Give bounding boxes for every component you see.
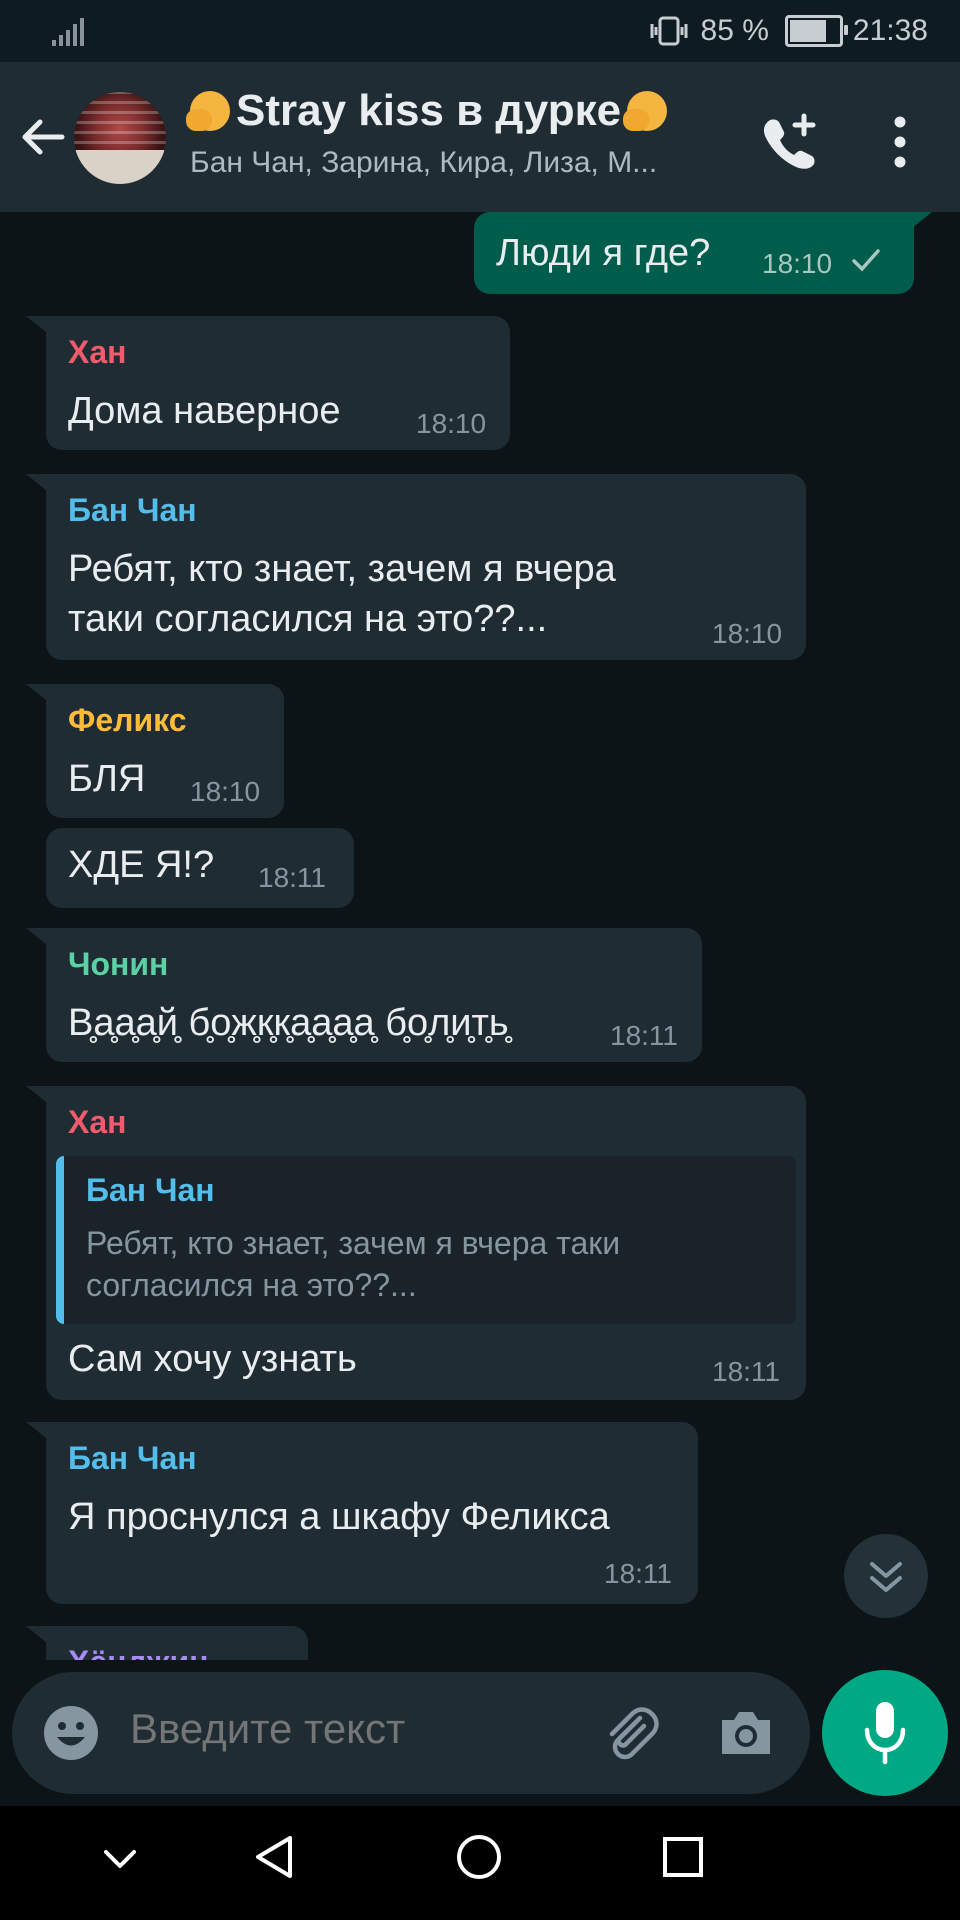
bubble-tail	[26, 1422, 46, 1438]
quote-text-line: согласился на это??...	[86, 1267, 417, 1303]
bubble-tail	[26, 928, 46, 944]
scroll-to-bottom-button[interactable]	[844, 1534, 928, 1618]
message-time: 18:10	[762, 248, 833, 279]
battery-icon	[784, 15, 848, 47]
message-time: 18:10	[416, 408, 487, 439]
chat-members: Бан Чан, Зарина, Кира, Лиза, М...	[190, 146, 658, 179]
bubble-tail	[26, 474, 46, 490]
system-nav-bar	[0, 1806, 960, 1920]
facepalm-emoji-icon	[186, 91, 230, 131]
message-incoming[interactable]: Бан Чан Ребят, кто знает, зачем я вчера …	[46, 474, 806, 660]
message-time: 18:10	[712, 618, 783, 649]
sender-name: Феликс	[68, 702, 187, 738]
emoji-icon[interactable]	[42, 1704, 100, 1762]
bubble-tail	[26, 1626, 46, 1642]
sender-name: Чонин	[68, 946, 169, 982]
message-time: 18:11	[712, 1356, 780, 1387]
bubble-tail	[26, 316, 46, 332]
quote-bar	[56, 1156, 64, 1324]
message-text: В̥а̥а̥а̥й̥ б̥о̥ж̥к̥к̥а̥а̥а̥а̥ б̥о̥л̥и̥т̥…	[68, 1002, 509, 1044]
microphone-icon	[864, 1702, 906, 1765]
sender-name: Хёнджин	[68, 1644, 208, 1660]
chat-title-text: Stray kiss в дурке	[236, 86, 622, 135]
message-incoming[interactable]: ХДЕ Я!? 18:11	[46, 828, 354, 908]
message-text: таки согласился на это??...	[68, 598, 548, 640]
add-call-icon[interactable]	[760, 112, 820, 172]
quote-sender: Бан Чан	[86, 1172, 215, 1208]
back-triangle-icon[interactable]	[250, 1832, 300, 1882]
message-outgoing[interactable]: Люди я где? 18:10	[474, 212, 914, 294]
message-text: Ребят, кто знает, зачем я вчера	[68, 548, 616, 590]
message-text: Сам хочу узнать	[68, 1338, 357, 1380]
message-text: ХДЕ Я!?	[68, 844, 215, 886]
voice-record-button[interactable]	[822, 1670, 948, 1796]
quote-text: Ребят, кто знает, зачем я вчера таки сог…	[86, 1222, 766, 1306]
quote-text-line: Ребят, кто знает, зачем я вчера таки	[86, 1225, 621, 1261]
signal-icon	[52, 18, 84, 46]
recents-square-icon[interactable]	[658, 1832, 708, 1882]
chat-title: Stray kiss в дурке	[186, 86, 730, 136]
clock: 21:38	[852, 14, 928, 47]
message-time: 18:11	[604, 1558, 672, 1589]
message-incoming[interactable]: Феликс БЛЯ 18:10	[46, 684, 284, 818]
arrow-left-icon[interactable]	[18, 112, 68, 162]
home-circle-icon[interactable]	[454, 1832, 504, 1882]
message-incoming[interactable]: Хёнджин	[46, 1626, 308, 1660]
message-time: 18:10	[190, 776, 261, 807]
message-time: 18:11	[258, 862, 326, 893]
sent-check-icon	[852, 249, 880, 272]
message-incoming[interactable]: Чонин В̥а̥а̥а̥й̥ б̥о̥ж̥к̥к̥а̥а̥а̥а̥ б̥о̥…	[46, 928, 702, 1062]
battery-percent: 85 %	[700, 14, 769, 47]
message-text: Я проснулся а шкафу Феликса	[68, 1496, 610, 1538]
facepalm-emoji-icon	[623, 91, 668, 131]
chat-title-area[interactable]: Stray kiss в дурке Бан Чан, Зарина, Кира…	[186, 86, 730, 180]
message-text: Дома наверное	[68, 390, 341, 432]
sender-name: Хан	[68, 334, 127, 370]
message-text: Люди я где?	[496, 232, 711, 274]
message-incoming[interactable]: Хан Дома наверное 18:10	[46, 316, 510, 450]
bubble-tail	[26, 684, 46, 700]
message-time: 18:11	[610, 1020, 678, 1051]
vibrate-icon	[650, 16, 688, 46]
message-incoming-reply[interactable]: Хан Бан Чан Ребят, кто знает, зачем я вч…	[46, 1086, 806, 1400]
message-input[interactable]	[128, 1704, 532, 1754]
quoted-message[interactable]: Бан Чан Ребят, кто знает, зачем я вчера …	[56, 1156, 796, 1324]
hide-keyboard-chevron-icon[interactable]	[98, 1836, 142, 1880]
group-avatar[interactable]	[74, 92, 166, 184]
camera-icon[interactable]	[718, 1706, 774, 1758]
sender-name: Бан Чан	[68, 492, 197, 528]
bubble-tail	[912, 212, 932, 228]
chat-header: Stray kiss в дурке Бан Чан, Зарина, Кира…	[0, 62, 960, 212]
sender-name: Хан	[68, 1104, 127, 1140]
message-incoming[interactable]: Бан Чан Я проснулся а шкафу Феликса 18:1…	[46, 1422, 698, 1604]
partial-message-clip: Хёнджин	[0, 1626, 960, 1660]
message-composer	[12, 1672, 810, 1794]
double-chevron-down-icon	[870, 1562, 902, 1592]
status-bar: 85 % 21:38	[0, 0, 960, 62]
paperclip-icon[interactable]	[600, 1702, 662, 1764]
sender-name: Бан Чан	[68, 1440, 197, 1476]
bubble-tail	[26, 1086, 46, 1102]
kebab-menu-icon[interactable]	[880, 114, 920, 170]
message-text: БЛЯ	[68, 758, 146, 800]
